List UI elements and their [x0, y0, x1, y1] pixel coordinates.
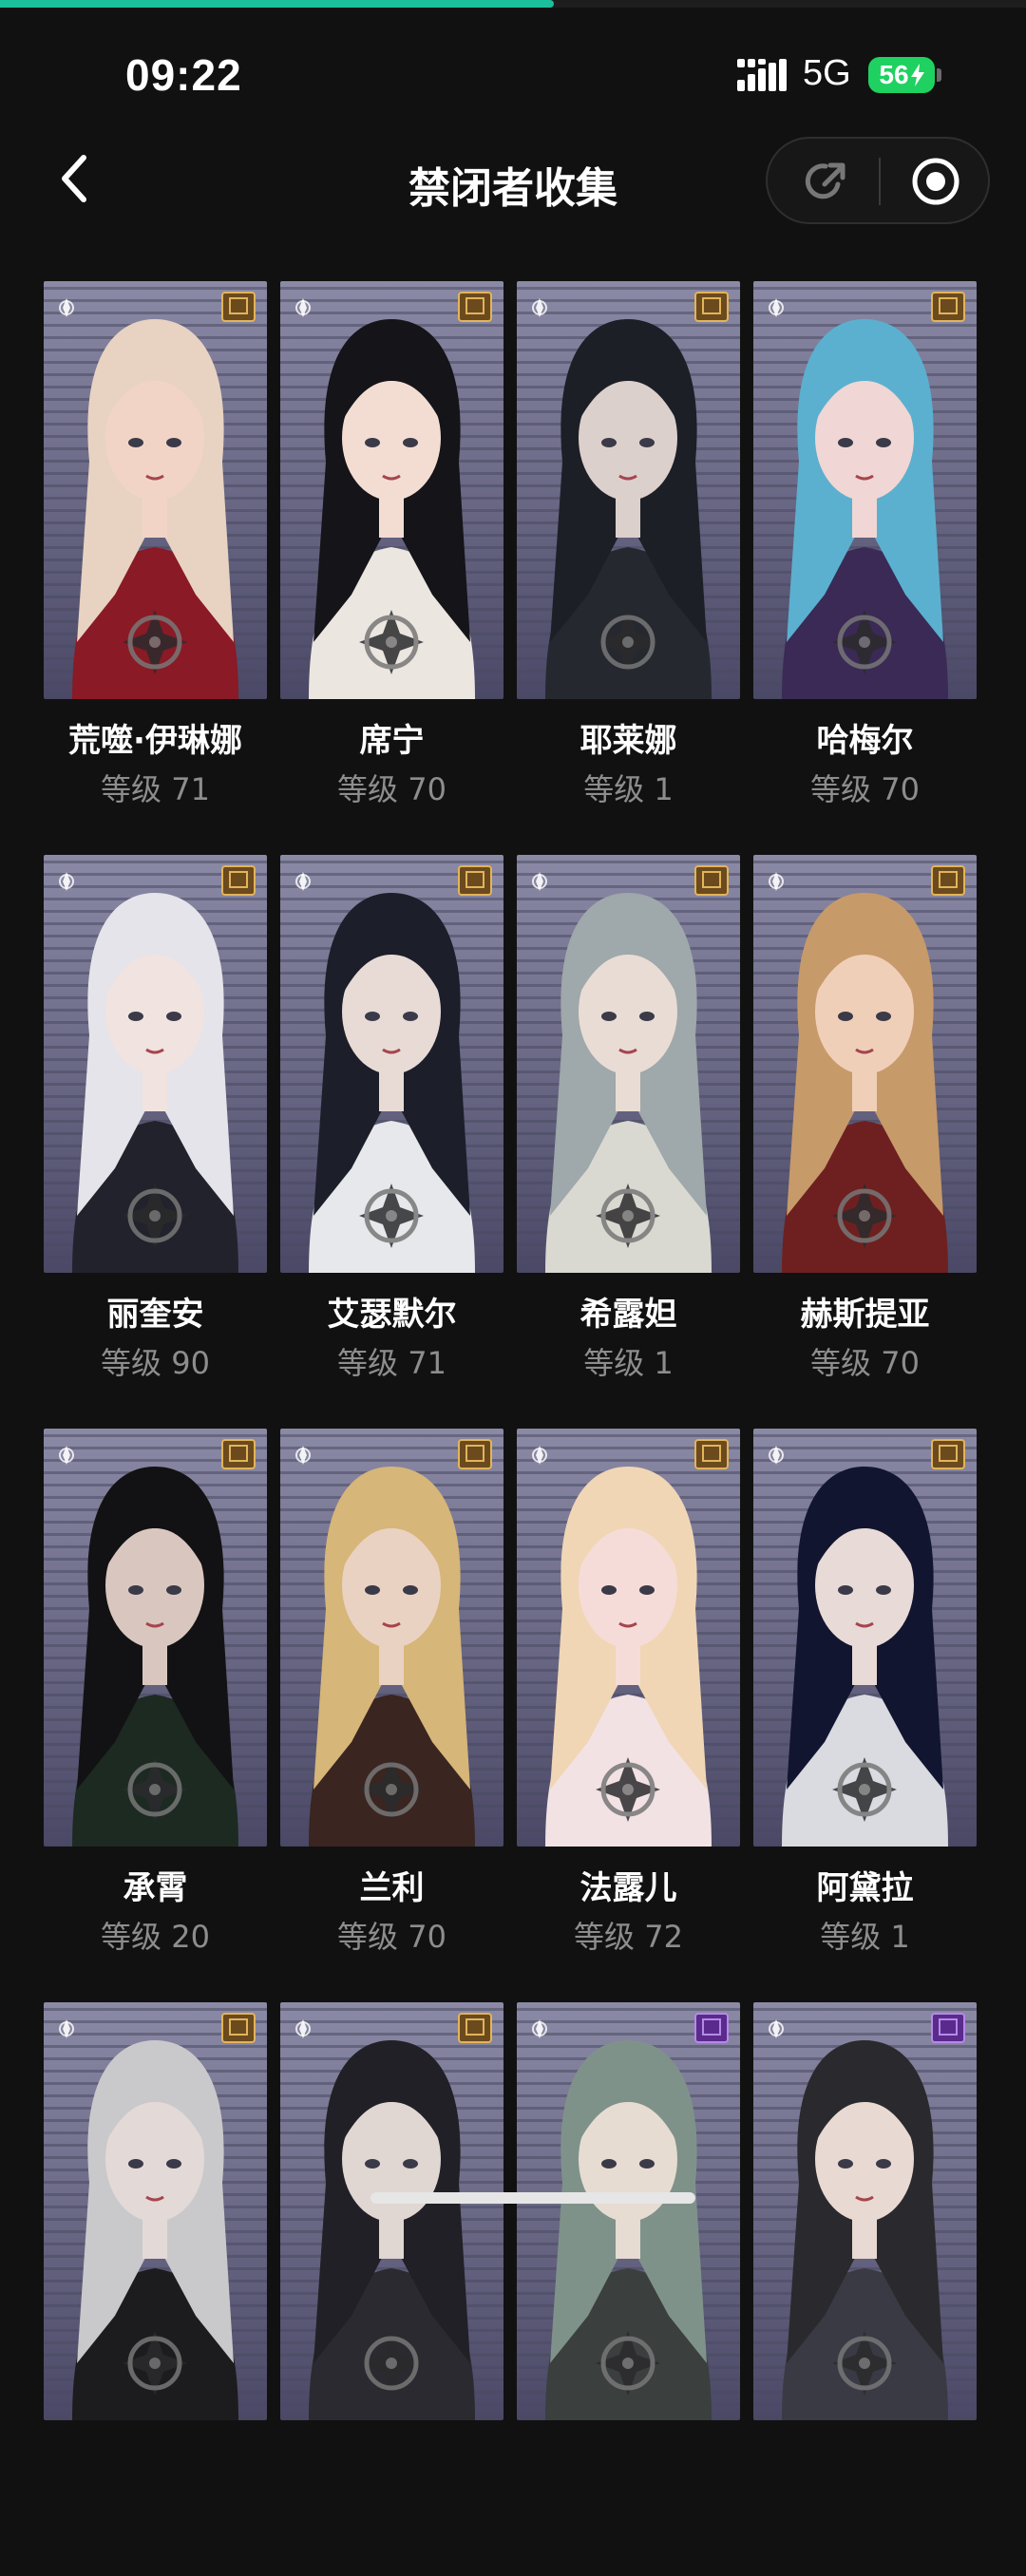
charging-bolt-icon — [910, 64, 924, 86]
character-card[interactable]: 承霄等级 20 — [44, 1429, 267, 2002]
character-portrait — [44, 2002, 267, 2420]
record-icon — [912, 158, 960, 205]
character-name: 荒噬·伊琳娜 — [68, 722, 242, 760]
home-indicator[interactable] — [370, 2192, 695, 2204]
character-card[interactable]: 哈梅尔等级 70 — [753, 281, 977, 855]
page-load-progress — [0, 0, 1026, 8]
character-card[interactable]: 希露妲等级 1 — [517, 855, 740, 1429]
character-level: 等级 71 — [101, 771, 210, 807]
character-name: 艾瑟默尔 — [327, 1296, 457, 1334]
signal-icon — [737, 59, 787, 91]
character-level: 等级 70 — [810, 1345, 920, 1381]
progress-fill — [0, 0, 555, 8]
character-level: 等级 20 — [101, 1919, 210, 1955]
capsule-divider — [879, 158, 881, 205]
character-level: 等级 1 — [583, 771, 674, 807]
character-card[interactable]: 艾瑟默尔等级 71 — [280, 855, 504, 1429]
battery-indicator: 56 — [868, 57, 935, 93]
character-name: 哈梅尔 — [816, 722, 914, 760]
character-card[interactable] — [517, 2002, 740, 2576]
character-card[interactable]: 丽奎安等级 90 — [44, 855, 267, 1429]
character-portrait — [517, 855, 740, 1273]
character-card[interactable] — [753, 2002, 977, 2576]
character-card[interactable]: 席宁等级 70 — [280, 281, 504, 855]
record-button[interactable] — [910, 156, 961, 207]
character-level: 等级 1 — [820, 1919, 910, 1955]
character-portrait — [280, 281, 504, 699]
character-portrait — [280, 2002, 504, 2420]
battery-level: 56 — [879, 60, 909, 89]
character-name: 希露妲 — [580, 1296, 677, 1334]
character-portrait — [280, 1429, 504, 1847]
character-name: 耶莱娜 — [580, 722, 677, 760]
character-card[interactable] — [44, 2002, 267, 2576]
share-button[interactable] — [800, 156, 851, 207]
character-name: 承霄 — [123, 1869, 188, 1907]
character-portrait — [280, 855, 504, 1273]
character-name: 法露儿 — [580, 1869, 677, 1907]
character-portrait — [517, 281, 740, 699]
character-card[interactable]: 耶莱娜等级 1 — [517, 281, 740, 855]
character-level: 等级 70 — [810, 771, 920, 807]
nav-header: 禁闭者收集 — [0, 133, 1026, 237]
character-card[interactable]: 荒噬·伊琳娜 等级 71 — [44, 281, 267, 855]
character-name: 兰利 — [359, 1869, 425, 1907]
character-portrait — [517, 2002, 740, 2420]
character-level: 等级 72 — [574, 1919, 683, 1955]
character-card[interactable]: 赫斯提亚等级 70 — [753, 855, 977, 1429]
character-level: 等级 71 — [337, 1345, 446, 1381]
character-level: 等级 70 — [337, 1919, 446, 1955]
character-card[interactable]: 兰利等级 70 — [280, 1429, 504, 2002]
character-portrait — [753, 2002, 977, 2420]
character-grid: 荒噬·伊琳娜 等级 71 席宁 等级 70 耶莱娜 等级 1 哈梅尔 等级 70… — [44, 281, 984, 2576]
character-name: 丽奎安 — [106, 1296, 204, 1334]
character-portrait — [753, 281, 977, 699]
character-portrait — [753, 855, 977, 1273]
share-icon — [805, 162, 846, 199]
status-bar: 09:22 5G 56 — [0, 8, 1026, 141]
character-portrait — [44, 855, 267, 1273]
character-name: 阿黛拉 — [816, 1869, 914, 1907]
character-name: 席宁 — [359, 722, 425, 760]
character-portrait — [753, 1429, 977, 1847]
battery-cap — [937, 68, 941, 82]
character-level: 等级 70 — [337, 771, 446, 807]
character-level: 等级 1 — [583, 1345, 674, 1381]
character-portrait — [44, 281, 267, 699]
character-card[interactable] — [280, 2002, 504, 2576]
miniapp-capsule — [766, 137, 990, 224]
character-name: 赫斯提亚 — [800, 1296, 930, 1334]
character-card[interactable]: 法露儿等级 72 — [517, 1429, 740, 2002]
network-type: 5G — [803, 53, 851, 93]
status-time: 09:22 — [125, 50, 242, 100]
character-level: 等级 90 — [101, 1345, 210, 1381]
character-portrait — [517, 1429, 740, 1847]
character-portrait — [44, 1429, 267, 1847]
character-card[interactable]: 阿黛拉等级 1 — [753, 1429, 977, 2002]
